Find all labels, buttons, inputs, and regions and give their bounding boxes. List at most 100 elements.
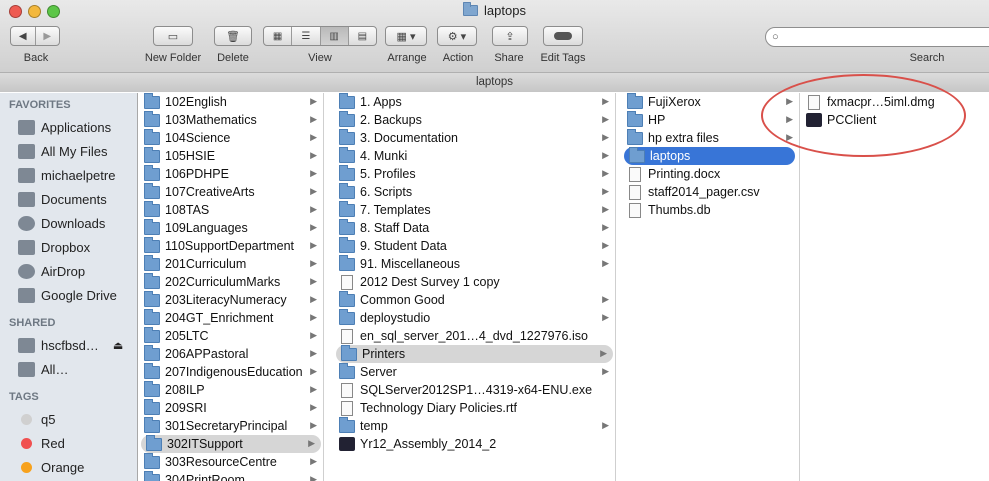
sidebar-item-google-drive[interactable]: Google Drive	[0, 283, 137, 307]
list-item[interactable]: 2. Backups ▶	[334, 110, 615, 129]
list-item[interactable]: 9. Student Data ▶	[334, 236, 615, 255]
share-button[interactable]: ⇪	[492, 26, 528, 46]
disclosure-arrow-icon: ▶	[602, 240, 609, 250]
folder-icon	[144, 470, 160, 481]
document-icon	[341, 382, 353, 398]
list-item[interactable]: 301SecretaryPrincipal ▶	[139, 416, 323, 435]
list-item[interactable]: 102English ▶	[139, 93, 323, 111]
sidebar-item-all-network[interactable]: All…	[0, 357, 137, 381]
list-item[interactable]: 204GT_Enrichment ▶	[139, 308, 323, 327]
list-item[interactable]: temp ▶	[334, 416, 615, 435]
view-mode-control[interactable]: ▦ ☰ ▥ ▤	[263, 26, 377, 46]
column-view-icon[interactable]: ▥	[320, 27, 349, 45]
list-item[interactable]: staff2014_pager.csv	[622, 183, 799, 201]
sidebar-tag-orange[interactable]: Orange	[0, 455, 137, 479]
document-icon	[629, 202, 641, 218]
folder-icon	[144, 452, 160, 469]
edit-tags-button[interactable]	[543, 26, 583, 46]
tag-orange-dot-icon	[21, 461, 32, 473]
list-item[interactable]: 205LTC ▶	[139, 326, 323, 345]
sidebar-item-applications[interactable]: Applications	[0, 115, 137, 139]
server-icon	[18, 337, 35, 353]
list-item[interactable]: 104Science ▶	[139, 128, 323, 147]
list-item[interactable]: laptops▶	[624, 146, 795, 165]
list-item[interactable]: 106PDHPE ▶	[139, 164, 323, 183]
disclosure-arrow-icon: ▶	[310, 348, 317, 358]
list-view-icon[interactable]: ☰	[292, 27, 321, 45]
disclosure-arrow-icon: ▶	[602, 168, 609, 178]
new-folder-button[interactable]: ▭	[153, 26, 193, 46]
icon-view-icon[interactable]: ▦	[264, 27, 293, 45]
applications-icon	[18, 119, 35, 135]
list-item[interactable]: 208ILP ▶	[139, 380, 323, 399]
back-forward-control[interactable]: ◀ ▶	[10, 26, 60, 46]
back-arrow-icon[interactable]: ◀	[11, 27, 36, 45]
list-item[interactable]: 110SupportDepartment ▶	[139, 236, 323, 255]
sidebar-item-home[interactable]: michaelpetre	[0, 163, 137, 187]
action-label: Action	[442, 52, 474, 64]
list-item[interactable]: 105HSIE ▶	[139, 146, 323, 165]
disclosure-arrow-icon: ▶	[310, 366, 317, 376]
list-item[interactable]: Server ▶	[334, 362, 615, 381]
sidebar-tag-q5[interactable]: q5	[0, 407, 137, 431]
action-button[interactable]: ⚙ ▾	[437, 26, 477, 46]
list-item[interactable]: Technology Diary Policies.rtf	[334, 399, 615, 417]
disclosure-arrow-icon: ▶	[310, 168, 317, 178]
list-item[interactable]: 4. Munki ▶	[334, 146, 615, 165]
sidebar-item-airdrop[interactable]: AirDrop	[0, 259, 137, 283]
sidebar-item-server[interactable]: hscfbsd… ⏏	[0, 333, 137, 357]
list-item[interactable]: 6. Scripts ▶	[334, 182, 615, 201]
sidebar-item-dropbox[interactable]: Dropbox	[0, 235, 137, 259]
delete-button[interactable]: 🗑	[214, 26, 252, 46]
list-item[interactable]: 107CreativeArts ▶	[139, 182, 323, 201]
sidebar-item-all-my-files[interactable]: All My Files	[0, 139, 137, 163]
list-item[interactable]: 209SRI ▶	[139, 398, 323, 417]
disclosure-arrow-icon: ▶	[310, 132, 317, 142]
list-item[interactable]: 207IndigenousEducation ▶	[139, 362, 323, 381]
disclosure-arrow-icon: ▶	[310, 186, 317, 196]
list-item[interactable]: 2012 Dest Survey 1 copy	[334, 273, 615, 291]
all-my-files-icon	[18, 143, 35, 159]
list-item[interactable]: Yr12_Assembly_2014_2	[334, 435, 615, 453]
cover-flow-icon[interactable]: ▤	[349, 27, 376, 45]
list-item[interactable]: 203LiteracyNumeracy ▶	[139, 290, 323, 309]
list-item[interactable]: deploystudio ▶	[334, 308, 615, 327]
list-item[interactable]: Thumbs.db	[622, 201, 799, 219]
disclosure-arrow-icon: ▶	[310, 420, 317, 430]
sidebar-tag-red[interactable]: Red	[0, 431, 137, 455]
list-item[interactable]: 3. Documentation ▶	[334, 128, 615, 147]
list-item[interactable]: 103Mathematics ▶	[139, 110, 323, 129]
list-item-label: FujiXerox	[648, 95, 701, 109]
arrange-button[interactable]: ▦ ▾	[385, 26, 427, 46]
list-item[interactable]: 206APPastoral ▶	[139, 344, 323, 363]
folder-icon	[629, 146, 645, 163]
list-item[interactable]: 201Curriculum ▶	[139, 254, 323, 273]
eject-icon[interactable]: ⏏	[113, 339, 123, 352]
list-item-label: 2. Backups	[360, 113, 422, 127]
disclosure-arrow-icon: ▶	[602, 420, 609, 430]
list-item[interactable]: Printers ▶	[336, 344, 613, 363]
list-item[interactable]: Printing.docx	[622, 165, 799, 183]
list-item[interactable]: 1. Apps ▶	[334, 93, 615, 111]
list-item-label: 105HSIE	[165, 149, 216, 163]
forward-arrow-icon[interactable]: ▶	[36, 27, 60, 45]
sidebar-item-downloads[interactable]: Downloads	[0, 211, 137, 235]
list-item[interactable]: 304PrintRoom ▶	[139, 470, 323, 481]
list-item[interactable]: 303ResourceCentre ▶	[139, 452, 323, 471]
list-item[interactable]: 8. Staff Data ▶	[334, 218, 615, 237]
list-item[interactable]: en_sql_server_201…4_dvd_1227976.iso	[334, 327, 615, 345]
list-item[interactable]: 109Languages ▶	[139, 218, 323, 237]
list-item[interactable]: 91. Miscellaneous ▶	[334, 254, 615, 273]
arrange-icon: ▦ ▾	[396, 30, 416, 43]
sidebar-item-documents[interactable]: Documents	[0, 187, 137, 211]
folder-icon	[339, 146, 355, 163]
list-item[interactable]: Common Good ▶	[334, 290, 615, 309]
list-item[interactable]: 7. Templates ▶	[334, 200, 615, 219]
list-item[interactable]: 5. Profiles ▶	[334, 164, 615, 183]
list-item-label: 107CreativeArts	[165, 185, 255, 199]
list-item[interactable]: 302ITSupport ▶	[141, 434, 321, 453]
list-item[interactable]: 108TAS ▶	[139, 200, 323, 219]
list-item[interactable]: 202CurriculumMarks ▶	[139, 272, 323, 291]
list-item[interactable]: SQLServer2012SP1…4319-x64-ENU.exe	[334, 381, 615, 399]
search-input[interactable]: ○	[765, 27, 989, 47]
